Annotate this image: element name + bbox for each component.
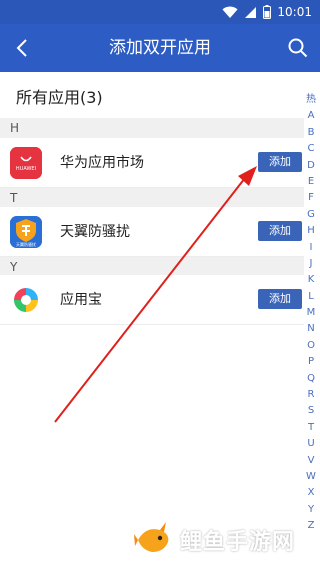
- app-bar: 添加双开应用: [0, 24, 320, 72]
- all-apps-title: 所有应用(3): [16, 88, 103, 107]
- index-item[interactable]: Z: [302, 518, 320, 534]
- index-item[interactable]: C: [302, 141, 320, 157]
- chevron-left-icon: [16, 39, 27, 57]
- status-bar: 10:01: [0, 0, 320, 24]
- index-item[interactable]: I: [302, 240, 320, 256]
- index-item[interactable]: J: [302, 256, 320, 272]
- index-item[interactable]: W: [302, 469, 320, 485]
- index-item[interactable]: G: [302, 207, 320, 223]
- index-item[interactable]: 热: [302, 92, 320, 108]
- section-header-y: Y: [0, 257, 304, 277]
- carp-logo-icon: [134, 522, 169, 552]
- back-button[interactable]: [6, 32, 38, 64]
- index-item[interactable]: X: [302, 485, 320, 501]
- index-item[interactable]: S: [302, 403, 320, 419]
- index-item[interactable]: Y: [302, 502, 320, 518]
- divider: [0, 324, 304, 325]
- app-name: 应用宝: [60, 292, 102, 308]
- app-row-huawei: HUAWEI 华为应用市场 添加: [0, 138, 304, 188]
- index-item[interactable]: R: [302, 387, 320, 403]
- section-header-h: H: [0, 118, 304, 138]
- app-row-tianyi: 天翼防骚扰 天翼防骚扰 添加: [0, 207, 304, 257]
- yingyongbao-icon: [10, 284, 42, 316]
- tianyi-anti-harassment-icon: 天翼防骚扰: [10, 216, 42, 248]
- index-item[interactable]: P: [302, 354, 320, 370]
- watermark-text: 鲤鱼手游网: [180, 530, 296, 555]
- status-icons: 10:01: [222, 4, 312, 20]
- index-item[interactable]: T: [302, 420, 320, 436]
- index-item[interactable]: U: [302, 436, 320, 452]
- index-item[interactable]: O: [302, 338, 320, 354]
- signal-icon: [245, 6, 257, 18]
- search-button[interactable]: [282, 32, 314, 64]
- alphabet-index-bar[interactable]: 热ABCDEFGHIJKLMNOPQRSTUVWXYZ: [302, 92, 320, 535]
- section-header-t: T: [0, 188, 304, 208]
- app-name: 华为应用市场: [60, 155, 144, 171]
- app-name: 天翼防骚扰: [60, 224, 130, 240]
- index-item[interactable]: N: [302, 321, 320, 337]
- index-item[interactable]: L: [302, 289, 320, 305]
- page-title: 添加双开应用: [109, 38, 211, 58]
- index-item[interactable]: K: [302, 272, 320, 288]
- index-item[interactable]: F: [302, 190, 320, 206]
- app-row-yingyongbao: 应用宝 添加: [0, 275, 304, 325]
- index-item[interactable]: M: [302, 305, 320, 321]
- index-item[interactable]: V: [302, 453, 320, 469]
- index-item[interactable]: D: [302, 158, 320, 174]
- huawei-appgallery-icon: HUAWEI: [10, 147, 42, 179]
- index-item[interactable]: H: [302, 223, 320, 239]
- search-icon: [288, 38, 308, 58]
- add-button-yingyongbao[interactable]: 添加: [258, 289, 302, 309]
- watermark: 鲤鱼手游网: [134, 520, 295, 560]
- index-item[interactable]: E: [302, 174, 320, 190]
- index-item[interactable]: A: [302, 108, 320, 124]
- index-item[interactable]: Q: [302, 371, 320, 387]
- status-time: 10:01: [277, 5, 312, 19]
- huawei-icon-text: HUAWEI: [15, 166, 37, 172]
- battery-icon: [263, 5, 272, 19]
- index-item[interactable]: B: [302, 125, 320, 141]
- tianyi-icon-text: 天翼防骚扰: [16, 242, 36, 247]
- wifi-icon: [222, 6, 238, 18]
- add-button-huawei[interactable]: 添加: [258, 152, 302, 172]
- add-button-tianyi[interactable]: 添加: [258, 221, 302, 241]
